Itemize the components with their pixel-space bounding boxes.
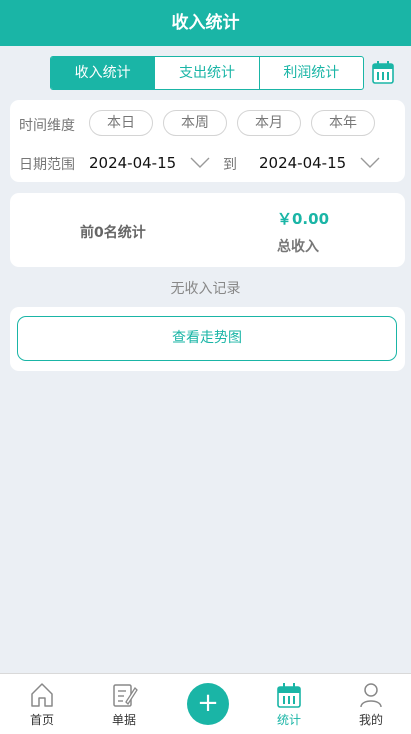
- tab-expense-stats[interactable]: 支出统计: [155, 57, 260, 89]
- tab-home-label: 首页: [29, 713, 54, 727]
- page-title: 收入统计: [171, 13, 240, 33]
- tab-statistics[interactable]: 统计: [248, 674, 330, 734]
- filter-card: 时间维度 本日 本周 本月 本年 日期范围 2024-04-15 到 2024-…: [10, 100, 405, 182]
- start-date-picker[interactable]: 2024-04-15: [89, 154, 176, 172]
- tab-documents[interactable]: 单据: [83, 674, 165, 734]
- empty-state-note: 无收入记录: [170, 281, 241, 297]
- time-dimension-label: 时间维度: [19, 118, 75, 134]
- top-rank-label: 前0名统计: [80, 225, 146, 241]
- tab-profit-stats[interactable]: 利润统计: [260, 57, 363, 89]
- date-range-label: 日期范围: [19, 157, 75, 173]
- option-this-month[interactable]: 本月: [237, 110, 301, 136]
- tab-mine[interactable]: 我的: [330, 674, 411, 734]
- trend-card: 查看走势图: [10, 307, 405, 371]
- calendar-icon: [277, 683, 301, 708]
- tab-mine-label: 我的: [358, 713, 383, 727]
- tab-home[interactable]: 首页: [1, 674, 83, 734]
- end-date-picker[interactable]: 2024-04-15: [259, 154, 346, 172]
- tab-documents-label: 单据: [111, 713, 136, 727]
- tab-statistics-label: 统计: [276, 713, 301, 727]
- page-header: 收入统计: [0, 0, 411, 46]
- option-today[interactable]: 本日: [89, 110, 153, 136]
- tab-income-stats[interactable]: 收入统计: [51, 57, 156, 89]
- chevron-down-icon[interactable]: [190, 157, 210, 169]
- document-edit-icon: [113, 684, 138, 707]
- calendar-icon[interactable]: [372, 60, 394, 84]
- option-this-week[interactable]: 本周: [163, 110, 227, 136]
- summary-card: 前0名统计 ￥0.00 总收入: [10, 193, 405, 267]
- to-label: 到: [223, 157, 237, 173]
- home-icon: [31, 683, 53, 707]
- total-income-label: 总收入: [277, 239, 319, 255]
- view-trend-button[interactable]: 查看走势图: [17, 316, 397, 361]
- option-this-year[interactable]: 本年: [311, 110, 375, 136]
- total-income-amount: ￥0.00: [277, 210, 330, 228]
- stats-type-segment: 收入统计 支出统计 利润统计: [50, 56, 364, 90]
- add-record-button[interactable]: +: [187, 683, 229, 725]
- chevron-down-icon[interactable]: [360, 157, 380, 169]
- user-icon: [360, 683, 382, 708]
